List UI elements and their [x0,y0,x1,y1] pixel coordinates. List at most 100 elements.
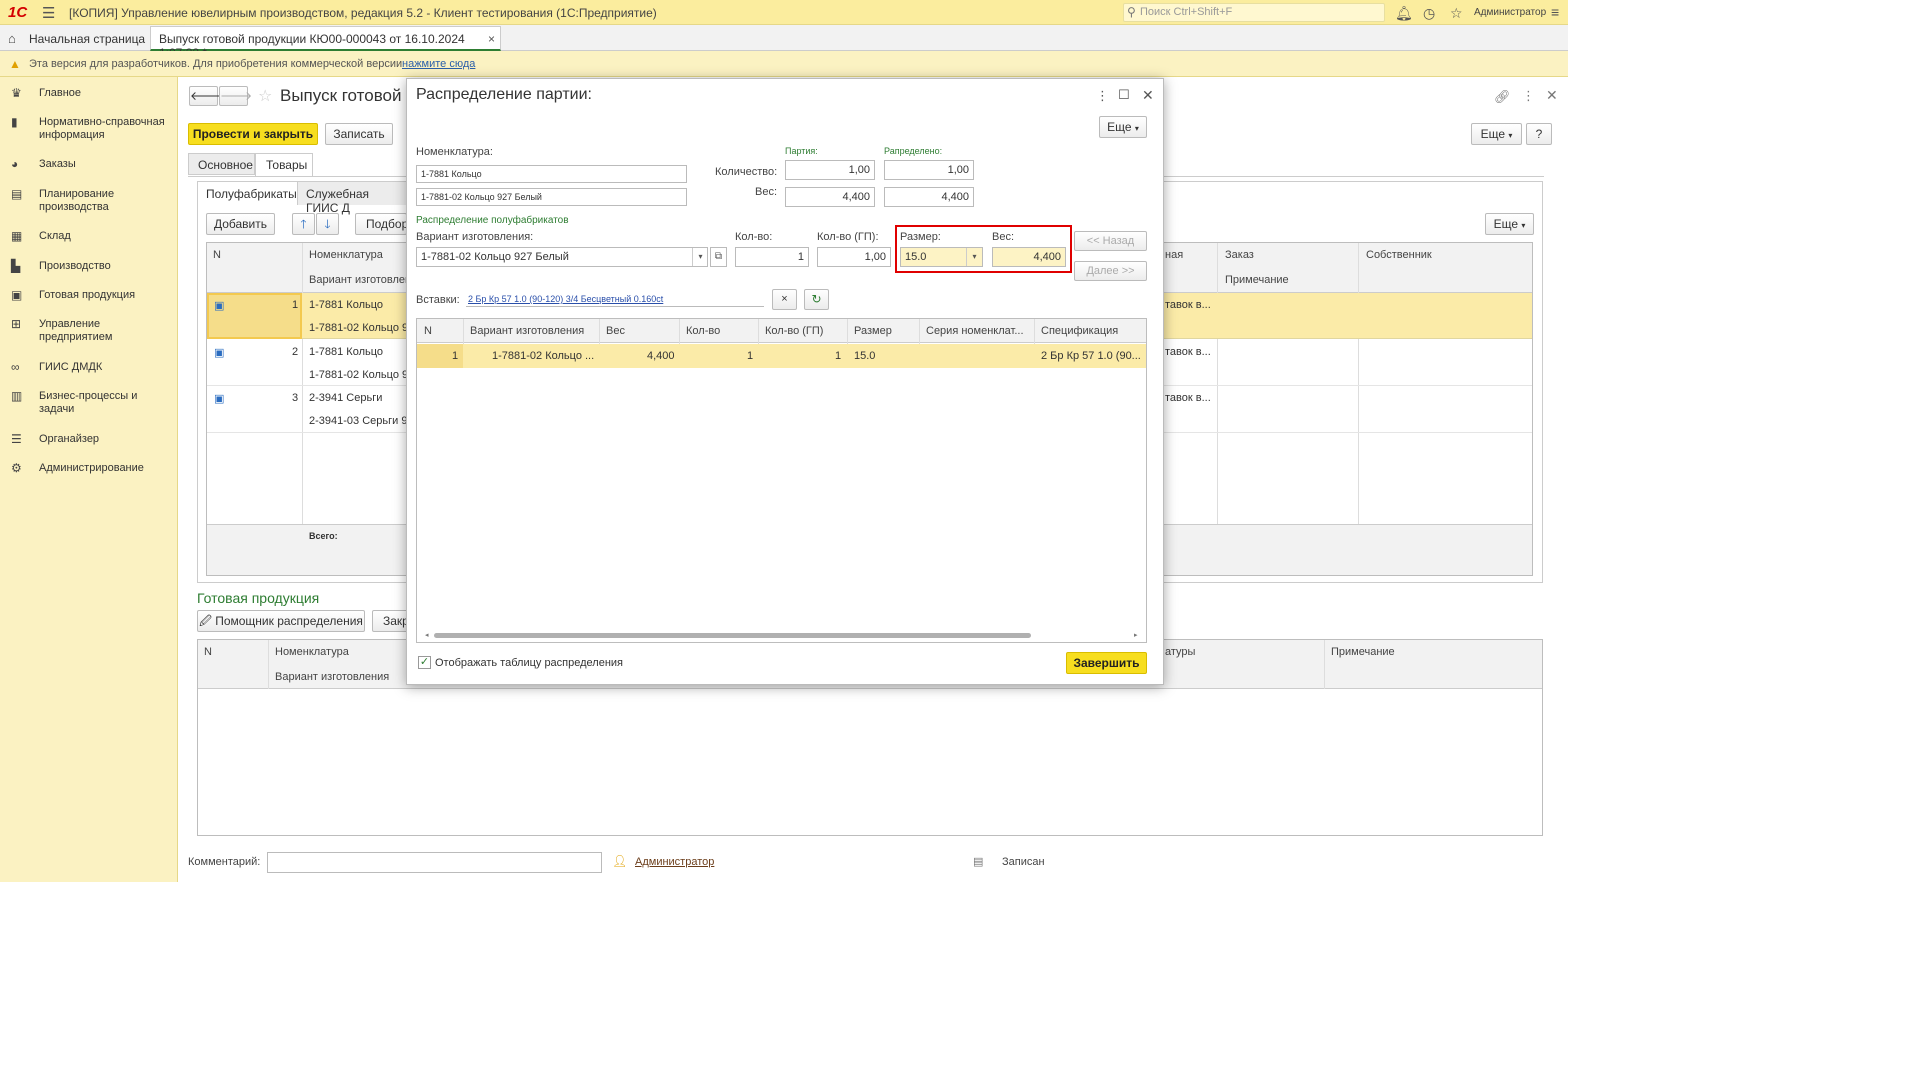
col-n[interactable]: N [204,646,212,658]
sidebar-item-warehouse[interactable]: ▦ Склад [11,230,176,244]
sidebar-item-bp[interactable]: ▥ Бизнес-процессы и задачи [11,390,176,418]
col-owner[interactable]: Собственник [1366,249,1432,261]
sidebar-item-orders[interactable]: ◕ Заказы [11,158,176,172]
row-n: 1 [452,350,459,362]
bell-icon[interactable]: 🔔︎ [1395,5,1413,22]
close-icon[interactable]: × [488,32,495,46]
col-series[interactable]: Серия номенклат... [926,325,1024,337]
col-nomenclature-tail[interactable]: атуры [1165,646,1195,658]
move-up-button[interactable]: 🡑 [292,213,315,235]
sidebar-item-admin[interactable]: ⚙ Администрирование [11,462,176,476]
col-qty[interactable]: Кол-во [686,325,720,337]
col-note[interactable]: Примечание [1225,274,1289,286]
back-step-button[interactable]: << Назад [1074,231,1147,251]
nomenclature-field-1[interactable]: 1-7881 Кольцо [416,165,687,183]
col-weight[interactable]: Вес [606,325,625,337]
sidebar-item-management[interactable]: ⊞ Управление предприятием [11,318,176,346]
subtab-service[interactable]: Служебная ГИИС Д [298,182,408,215]
col-nomenclature[interactable]: Номенклатура [309,249,383,261]
col-size[interactable]: Размер [854,325,892,337]
col-specification[interactable]: Спецификация [1041,325,1118,337]
col-n[interactable]: N [213,249,221,261]
distributed-weight-field[interactable]: 4,400 [884,187,974,207]
scroll-right-icon[interactable]: ▸ [1134,631,1138,639]
dropdown-icon: ▾ [1508,131,1513,140]
chevron-down-icon[interactable]: ▾ [966,248,982,266]
sidebar-item-label: Главное [39,87,82,99]
move-down-button[interactable]: 🡓 [316,213,339,235]
save-button[interactable]: Записать [325,123,393,145]
party-quantity-field[interactable]: 1,00 [785,160,875,180]
subtab-semi[interactable]: Полуфабрикаты [198,182,298,205]
chevron-down-icon[interactable]: ▾ [692,248,708,266]
user-name[interactable]: Администратор [1474,7,1546,18]
distributed-quantity-field[interactable]: 1,00 [884,160,974,180]
col-variant[interactable]: Вариант изготовления [275,671,389,683]
next-step-button[interactable]: Далее >> [1074,261,1147,281]
author-link[interactable]: Администратор [635,856,714,868]
show-table-checkbox[interactable]: ✓ [418,656,431,669]
close-dialog-icon[interactable]: ✕ [1142,87,1154,104]
sidebar-item-finished[interactable]: ▣ Готовая продукция [11,289,176,303]
qty-field[interactable]: 1 [735,247,809,267]
menu-icon[interactable]: ☰ [42,4,55,22]
col-variant[interactable]: Вариант изготовлен [309,274,411,286]
tab-goods[interactable]: Товары [255,153,313,176]
col-order[interactable]: Заказ [1225,249,1254,261]
party-weight-field[interactable]: 4,400 [785,187,875,207]
sidebar-item-organizer[interactable]: ☰ Органайзер [11,433,176,447]
sidebar-item-label: Администрирование [39,462,144,474]
sidebar-item-giis[interactable]: ∞ ГИИС ДМДК [11,361,176,375]
inserts-link[interactable]: 2 Бр Кр 57 1.0 (90-120) 3/4 Бесцветный 0… [468,294,663,304]
col-right1[interactable]: ная [1165,249,1183,261]
distribution-helper-button[interactable]: 🖉 Помощник распределения [197,610,365,632]
col-qty-gp[interactable]: Кол-во (ГП) [765,325,823,337]
finish-button[interactable]: Завершить [1066,652,1147,674]
more-vert-icon[interactable]: ⋮ [1522,88,1535,104]
tab-main[interactable]: Основное [188,153,255,175]
tab-home[interactable]: Начальная страница [29,32,145,46]
comment-input[interactable] [267,852,602,873]
sidebar-item-planning[interactable]: ▤ Планирование производства [11,188,176,216]
forward-button[interactable]: 🡒 [219,86,252,106]
book-icon: ▮ [11,115,18,129]
settings-menu-icon[interactable]: ≡ [1551,4,1559,20]
link-icon[interactable]: 🔗︎ [1494,89,1511,105]
sidebar-item-production[interactable]: ▙ Производство [11,260,176,274]
home-icon[interactable]: ⌂ [8,31,16,46]
select-button[interactable]: Подбор [355,213,408,235]
maximize-icon[interactable]: ☐ [1118,87,1130,103]
refresh-button[interactable]: ↻ [804,289,829,310]
tab-document[interactable]: Выпуск готовой продукции КЮ00-000043 от … [150,26,501,60]
sidebar-item-label: Заказы [39,158,76,170]
horizontal-scrollbar[interactable] [434,633,1031,638]
warning-link[interactable]: нажмите сюда [402,58,475,70]
qty-gp-field[interactable]: 1,00 [817,247,891,267]
open-icon[interactable]: ⧉ [710,247,727,267]
col-n[interactable]: N [424,325,432,337]
add-button[interactable]: Добавить [206,213,275,235]
post-close-button[interactable]: Провести и закрыть [188,123,318,145]
close-part-button[interactable]: Закр [372,610,409,632]
variant-select[interactable]: 1-7881-02 Кольцо 927 Белый [416,247,708,267]
help-button[interactable]: ? [1526,123,1552,145]
col-variant[interactable]: Вариант изготовления [470,325,584,337]
clear-button[interactable]: × [772,289,797,310]
more-vert-icon[interactable]: ⋮ [1096,88,1109,104]
sidebar-item-reference[interactable]: ▮ Нормативно-справочная информация [11,116,176,144]
table-more-button[interactable]: Еще ▾ [1485,213,1534,235]
dialog-more-button[interactable]: Еще ▾ [1099,116,1147,138]
col-nomenclature[interactable]: Номенклатура [275,646,349,658]
favorite-star-icon[interactable]: ☆ [258,86,272,106]
more-button[interactable]: Еще ▾ [1471,123,1522,145]
col-note[interactable]: Примечание [1331,646,1395,658]
history-icon[interactable]: ◷ [1423,5,1435,22]
scroll-left-icon[interactable]: ◂ [425,631,429,639]
weight2-field[interactable]: 4,400 [992,247,1066,267]
star-icon[interactable]: ☆ [1450,5,1463,22]
close-form-icon[interactable]: ✕ [1546,87,1558,104]
nomenclature-field-2[interactable]: 1-7881-02 Кольцо 927 Белый [416,188,687,206]
app-logo[interactable]: 1С [8,4,27,21]
back-button[interactable]: 🡐 [189,86,222,106]
sidebar-item-main[interactable]: ♛ Главное [11,87,176,101]
